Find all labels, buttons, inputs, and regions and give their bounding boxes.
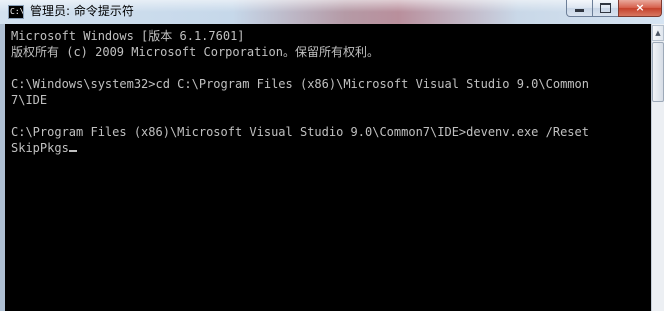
minimize-button[interactable] [566,0,593,17]
vertical-scrollbar[interactable]: ▲ [651,24,664,311]
scroll-up-button[interactable]: ▲ [652,25,664,41]
text-cursor [68,150,77,152]
console-line: Microsoft Windows [版本 6.1.7601] [11,29,245,43]
console-input-line[interactable]: SkipPkgs [11,141,69,155]
title-bar[interactable]: C:\ 管理员: 命令提示符 × [0,0,664,24]
cmd-icon[interactable]: C:\ [8,5,24,19]
console-line: 版权所有 (c) 2009 Microsoft Corporation。保留所有… [11,45,379,59]
window-title: 管理员: 命令提示符 [30,4,134,18]
command-prompt-window: C:\ 管理员: 命令提示符 × Microsoft Windows [版本 6… [0,0,664,311]
scrollbar-thumb[interactable] [652,42,664,102]
close-icon: × [635,1,645,14]
close-button[interactable]: × [618,0,662,17]
console-line: C:\Windows\system32>cd C:\Program Files … [11,77,589,91]
console-line: 7\IDE [11,93,48,107]
console-area[interactable]: Microsoft Windows [版本 6.1.7601] 版权所有 (c)… [5,24,651,311]
console-line: C:\Program Files (x86)\Microsoft Visual … [11,125,589,139]
maximize-button[interactable] [592,0,619,17]
console-output: Microsoft Windows [版本 6.1.7601] 版权所有 (c)… [5,24,651,156]
maximize-icon [600,3,611,13]
minimize-icon [575,9,584,12]
